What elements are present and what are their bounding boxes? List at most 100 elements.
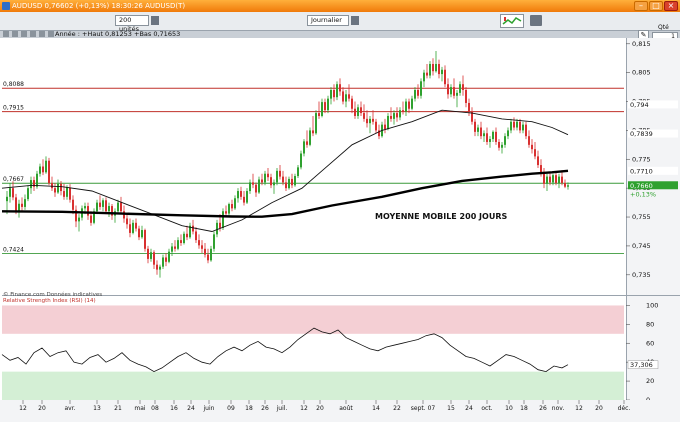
candle-body (216, 222, 218, 235)
candle-body (207, 254, 209, 261)
candle-body (546, 176, 548, 184)
candle-body (252, 182, 254, 185)
candle-body (180, 240, 182, 244)
candle-body (144, 230, 146, 249)
candle-body (420, 81, 422, 96)
candle-body (543, 173, 545, 184)
candle-body (237, 191, 239, 199)
candle-body (177, 240, 179, 249)
candle-body (27, 188, 29, 200)
candle-body (474, 121, 476, 132)
candle-body (258, 179, 260, 193)
candle-body (390, 115, 392, 119)
candle-body (132, 222, 134, 233)
candle-body (21, 203, 23, 207)
level-label-top: 0,8088 (3, 81, 24, 88)
candle-body (309, 130, 311, 145)
candle-body (186, 233, 188, 238)
candle-body (567, 185, 569, 187)
candle-body (357, 107, 359, 116)
candle-body (333, 89, 335, 98)
candle-body (288, 178, 290, 189)
ma-value-tag: 0,7710 (630, 167, 653, 175)
candle-body (408, 101, 410, 109)
candle-body (141, 230, 143, 238)
x-tick-label: 13 (93, 405, 101, 412)
candle-body (429, 63, 431, 76)
candle-body (174, 246, 176, 249)
candle-body (360, 107, 362, 114)
candle-body (552, 175, 554, 183)
candle-body (441, 69, 443, 75)
candle-body (312, 130, 314, 134)
candle-body (102, 200, 104, 207)
candle-body (156, 264, 158, 270)
candle-body (228, 204, 230, 214)
candle-body (138, 228, 140, 238)
x-tick-label: 15 (447, 405, 455, 412)
candle-body (384, 124, 386, 129)
x-tick-label: 12 (19, 405, 27, 412)
x-tick-label: juin (203, 405, 215, 412)
x-tick-label: 18 (520, 405, 528, 412)
x-tick-label: 20 (316, 405, 324, 412)
candle-body (468, 102, 470, 112)
candle-body (561, 176, 563, 183)
candle-body (549, 176, 551, 183)
candle-body (273, 182, 275, 186)
candle-body (435, 63, 437, 72)
candle-body (267, 173, 269, 178)
candle-body (345, 94, 347, 102)
candle-body (171, 246, 173, 252)
candle-body (387, 115, 389, 129)
candle-body (96, 202, 98, 212)
candle-body (270, 177, 272, 186)
x-tick-label: 18 (245, 405, 253, 412)
candle-body (456, 92, 458, 96)
candle-body (324, 102, 326, 111)
candle-body (336, 84, 338, 98)
candle-body (9, 188, 11, 197)
candle-body (219, 222, 221, 229)
candle-body (87, 206, 89, 216)
candle-body (168, 251, 170, 262)
candle-body (63, 191, 65, 197)
candle-body (507, 130, 509, 137)
candle-body (363, 113, 365, 119)
x-tick-label: 21 (114, 405, 122, 412)
rsi-y-tick-label: 80 (646, 320, 654, 328)
candle-body (522, 124, 524, 131)
x-tick-label: déc. (618, 405, 631, 412)
candle-body (300, 153, 302, 168)
candle-body (69, 187, 71, 200)
x-tick-label: 10 (505, 405, 513, 412)
candle-body (276, 170, 278, 183)
candle-body (159, 266, 161, 270)
price-y-tick-label: 0,755 (632, 213, 651, 221)
candle-body (222, 211, 224, 229)
candle-body (162, 257, 164, 267)
candle-body (399, 110, 401, 118)
candle-body (201, 245, 203, 249)
x-tick-label: 26 (539, 405, 547, 412)
candle-body (402, 110, 404, 112)
candle-body (411, 98, 413, 109)
candle-body (42, 166, 44, 173)
x-tick-label: août (339, 405, 353, 412)
current-price-tag: 0,7660 (630, 182, 653, 190)
candle-body (297, 167, 299, 177)
x-tick-label: 22 (393, 405, 401, 412)
candle-body (261, 179, 263, 183)
candle-body (303, 141, 305, 154)
candle-body (450, 87, 452, 95)
x-tick-label: 24 (465, 405, 473, 412)
candle-body (99, 202, 101, 207)
candle-body (414, 89, 416, 99)
candle-body (279, 170, 281, 177)
candle-body (150, 252, 152, 259)
price-chart[interactable]: 0,8150,8050,7950,7850,7750,7650,7550,745… (0, 0, 680, 422)
candle-body (240, 191, 242, 197)
x-tick-label: 24 (187, 405, 195, 412)
rsi-oversold-zone (2, 371, 624, 400)
candle-body (78, 217, 80, 222)
